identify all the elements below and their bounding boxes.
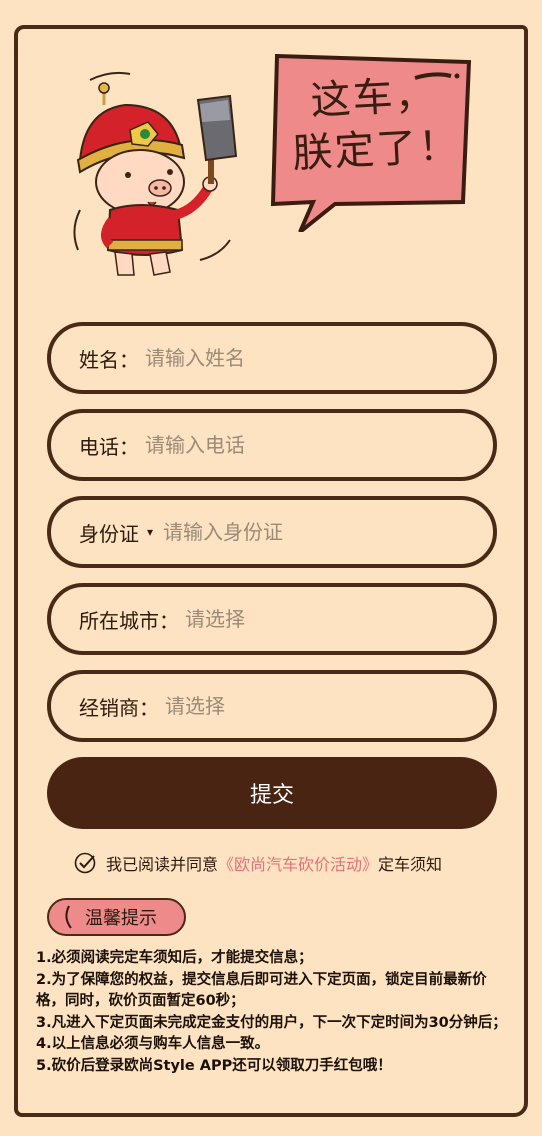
tip-item: 4.以上信息必须与购车人信息一致。 bbox=[36, 1036, 270, 1052]
name-input[interactable] bbox=[145, 346, 405, 370]
city-select[interactable] bbox=[185, 607, 445, 631]
emperor-pig-illustration bbox=[73, 71, 238, 276]
tips-badge: 温馨提示 bbox=[47, 898, 186, 936]
dealer-label: 经销商： bbox=[79, 695, 159, 720]
tip-item: 2.为了保障您的权益，提交信息后即可进入下定页面，锁定目前最新价格，同时，砍价页… bbox=[36, 971, 487, 1010]
id-input[interactable] bbox=[163, 520, 424, 544]
bubble-text: 这车， 朕定了！ bbox=[287, 68, 462, 181]
brush-stroke-icon bbox=[65, 905, 72, 929]
agreement-row: 我已阅读并同意 《欧尚汽车砍价活动》 定车须知 bbox=[74, 850, 494, 876]
city-label: 所在城市： bbox=[79, 608, 179, 633]
agreement-suffix: 定车须知 bbox=[378, 855, 443, 874]
id-type-select[interactable]: 身份证 bbox=[79, 518, 139, 547]
dealer-field[interactable]: 经销商： bbox=[47, 670, 497, 742]
submit-button[interactable]: 提交 bbox=[47, 757, 497, 829]
chevron-down-icon[interactable]: ▾ bbox=[147, 525, 153, 539]
name-field[interactable]: 姓名： bbox=[47, 322, 497, 394]
dealer-select[interactable] bbox=[165, 694, 425, 718]
tip-item: 1.必须阅读完定车须知后，才能提交信息； bbox=[36, 950, 313, 966]
tips-title: 温馨提示 bbox=[85, 908, 157, 929]
phone-field[interactable]: 电话： bbox=[47, 409, 497, 481]
agreement-link[interactable]: 《欧尚汽车砍价活动》 bbox=[218, 851, 378, 875]
phone-input[interactable] bbox=[145, 433, 405, 457]
tip-item: 3.凡进入下定页面未完成定金支付的用户，下一次下定时间为30分钟后； bbox=[36, 1014, 507, 1031]
tip-item: 5.砍价后登录欧尚Style APP还可以领取刀手红包哦！ bbox=[36, 1057, 392, 1074]
checkbox-checked-icon[interactable] bbox=[74, 852, 96, 874]
agreement-prefix: 我已阅读并同意 bbox=[106, 855, 219, 874]
city-field[interactable]: 所在城市： bbox=[47, 583, 497, 655]
phone-label: 电话： bbox=[79, 434, 139, 459]
bubble-line-1: 这车， bbox=[309, 71, 438, 125]
id-field[interactable]: 身份证 ▾ bbox=[47, 496, 497, 568]
bubble-line-2: 朕定了！ bbox=[291, 122, 462, 178]
tips-list: 1.必须阅读完定车须知后，才能提交信息； 2.为了保障您的权益，提交信息后即可进… bbox=[36, 948, 508, 1077]
name-label: 姓名： bbox=[79, 347, 139, 372]
